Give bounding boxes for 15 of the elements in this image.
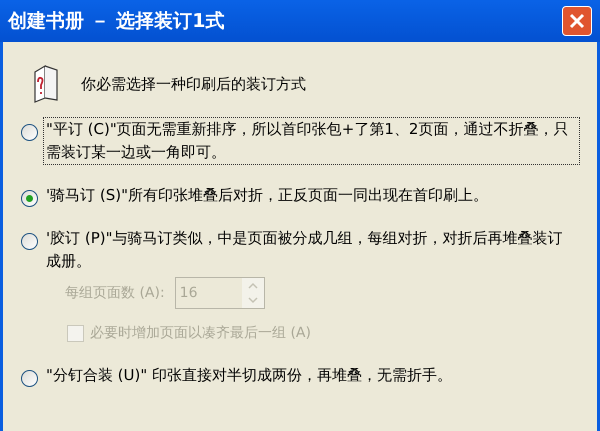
radio-button[interactable] <box>21 190 38 207</box>
radio-button[interactable] <box>21 124 38 141</box>
pages-per-group-label: 每组页面数 (A): <box>65 284 165 302</box>
radio-button[interactable] <box>21 370 38 387</box>
checkbox-label: 必要时增加页面以凑齐最后一组 (A) <box>90 324 311 343</box>
binding-option-label[interactable]: '胶订 (P)"与骑马订类似，中是页面被分成几组，每组对折，对折后再堆叠装订成册。 <box>44 227 579 273</box>
binding-option-label[interactable]: "平订 (C)"页面无需重新排序，所以首印张包+了第1、2页面，通过不折叠，只需装订某一边或一角即可。 <box>44 118 579 164</box>
close-button[interactable] <box>562 6 592 36</box>
book-question-icon <box>33 64 59 104</box>
close-icon <box>569 13 585 29</box>
binding-option-label[interactable]: '骑马订 (S)"所有印张堆叠后对折，正反页面一同出现在首印刷上。 <box>44 184 579 207</box>
radio-button[interactable] <box>21 233 38 250</box>
instruction-text: 你必需选择一种印刷后的装订方式 <box>81 74 306 95</box>
binding-option-label[interactable]: "分钉合装 (U)" 印张直接对半切成两份，再堆叠，无需折手。 <box>44 364 579 387</box>
window-title: 创建书册 － 选择装订1式 <box>8 8 224 34</box>
